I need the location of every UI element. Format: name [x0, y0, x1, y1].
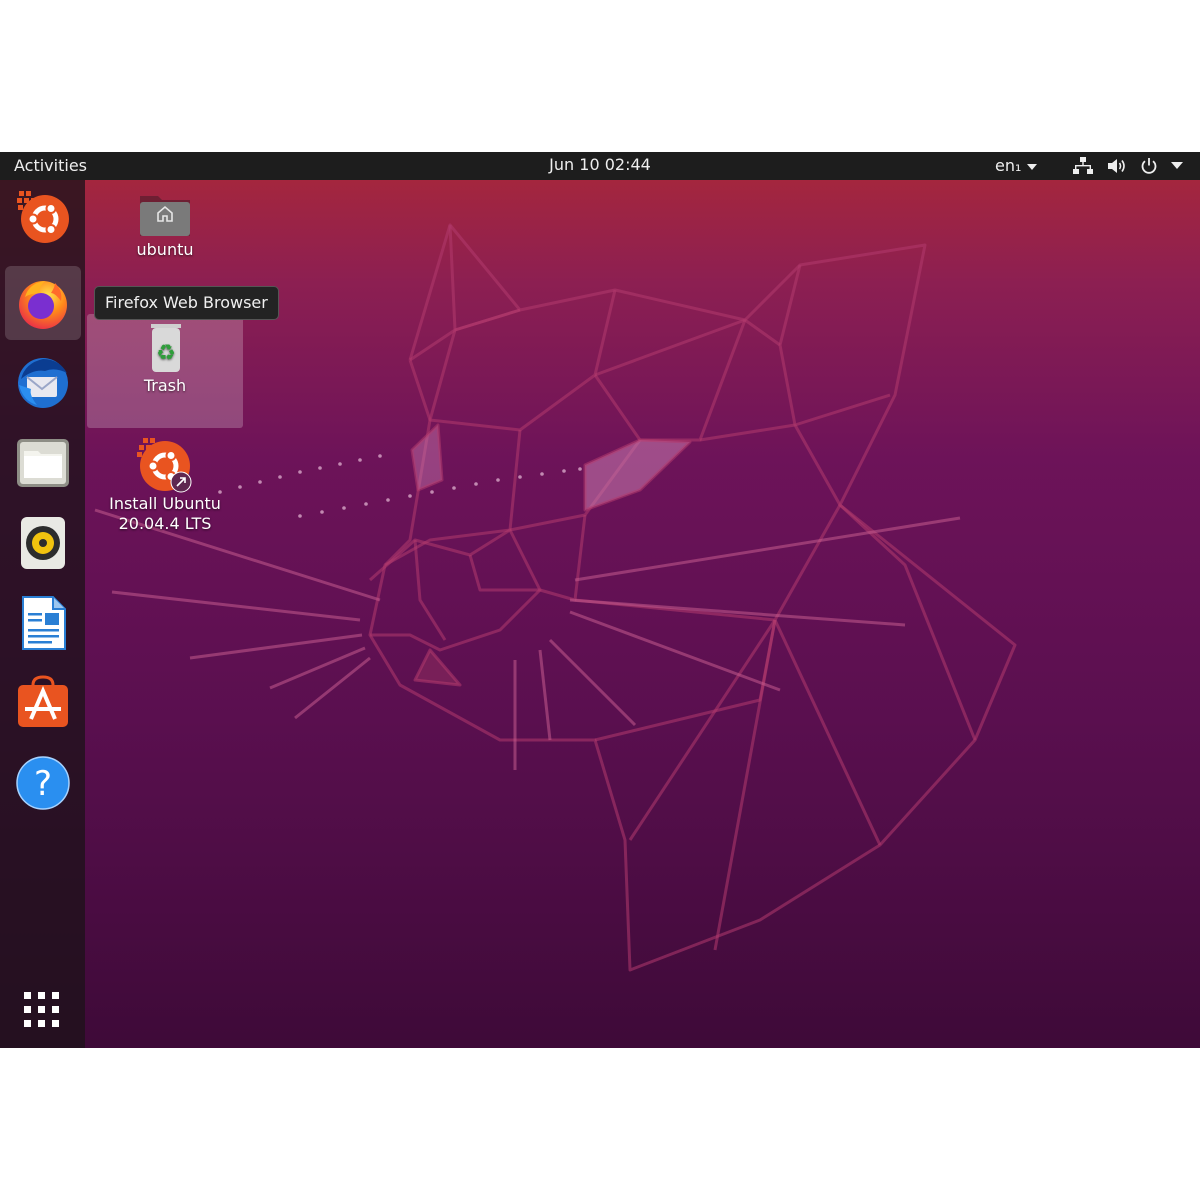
- home-folder-icon: [140, 196, 190, 236]
- dock-item-install-ubuntu[interactable]: [5, 180, 81, 254]
- clock-button[interactable]: Jun 10 02:44: [549, 155, 651, 174]
- dock-item-help[interactable]: ?: [5, 746, 81, 820]
- app-grid-icon[interactable]: [22, 990, 62, 1030]
- input-source-label: en₁: [995, 156, 1022, 175]
- thunderbird-icon: [18, 358, 68, 408]
- activities-button[interactable]: Activities: [14, 156, 87, 175]
- install-ubuntu-label-line1: Install Ubuntu: [109, 494, 221, 513]
- home-folder-label: ubuntu: [136, 240, 194, 259]
- install-ubuntu-label-line2: 20.04.4 LTS: [118, 514, 212, 533]
- dock-item-rhythmbox[interactable]: [5, 506, 81, 580]
- dock: ?: [0, 180, 85, 1048]
- system-menu-caret-icon: [1171, 162, 1183, 169]
- firefox-icon: [19, 281, 67, 329]
- files-icon: [17, 439, 69, 487]
- dock-item-thunderbird[interactable]: [5, 346, 81, 420]
- top-bar: Activities Jun 10 02:44 en₁: [0, 152, 1200, 180]
- desktop-icon-trash[interactable]: ♻ Trash: [87, 314, 243, 428]
- rhythmbox-icon: [21, 517, 65, 569]
- dock-item-libreoffice-writer[interactable]: [5, 586, 81, 660]
- dock-item-ubuntu-software[interactable]: [5, 666, 81, 740]
- power-icon: [1141, 158, 1157, 174]
- volume-icon: [1108, 159, 1125, 173]
- svg-text:♻: ♻: [156, 341, 176, 366]
- software-icon: [18, 675, 68, 727]
- dock-item-firefox[interactable]: [5, 266, 81, 340]
- desktop-screen: Activities Jun 10 02:44 en₁ ubuntu ♻ Tra…: [0, 152, 1200, 1048]
- writer-icon: [22, 596, 66, 650]
- trash-icon: ♻: [151, 324, 181, 372]
- chevron-down-icon: [1027, 163, 1038, 170]
- desktop-icon-install-ubuntu[interactable]: Install Ubuntu 20.04.4 LTS: [87, 436, 243, 534]
- dock-tooltip: Firefox Web Browser: [94, 286, 279, 320]
- network-icon: [1073, 157, 1093, 174]
- ubuntu-installer-icon: [17, 191, 69, 243]
- ubuntu-installer-icon: [137, 438, 192, 493]
- trash-label: Trash: [143, 376, 187, 395]
- svg-text:?: ?: [34, 764, 52, 804]
- input-source-menu[interactable]: en₁: [995, 156, 1038, 175]
- dock-item-files[interactable]: [5, 426, 81, 500]
- desktop-icon-home[interactable]: ubuntu: [87, 188, 243, 260]
- help-icon: ?: [16, 756, 70, 810]
